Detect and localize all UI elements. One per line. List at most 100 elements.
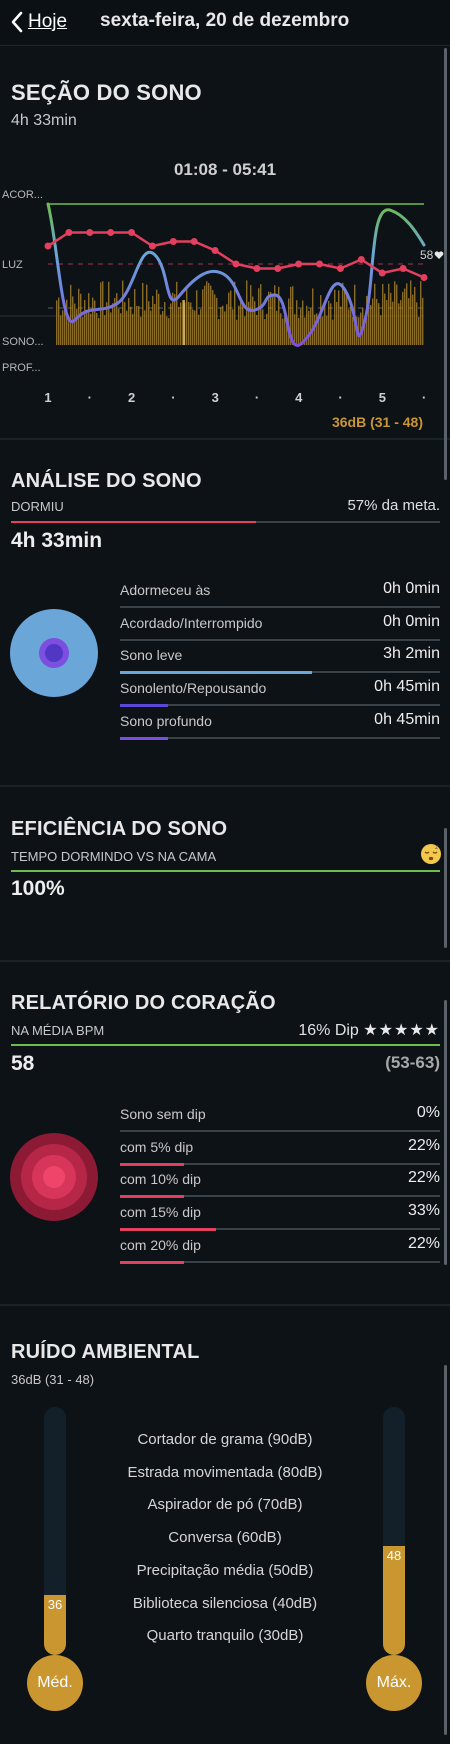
- noise-bar: [156, 289, 158, 345]
- noise-bar: [258, 288, 260, 345]
- noise-bar: [90, 313, 92, 345]
- nav-bar: Hoje sexta-feira, 20 de dezembro: [0, 0, 450, 46]
- noise-reference-item: Estrada movimentada (80dB): [127, 1463, 323, 1481]
- noise-bar: [108, 281, 110, 345]
- noise-bar: [388, 283, 390, 345]
- back-label: Hoje: [28, 11, 68, 32]
- noise-bar: [308, 310, 310, 345]
- noise-bar: [146, 284, 148, 345]
- noise-bar: [180, 302, 182, 345]
- stage-row-bar-fill: [120, 704, 168, 708]
- goal-progress-bar: [11, 521, 440, 523]
- sleepy-face-icon: z: [420, 843, 442, 865]
- dip-row-value: 22%: [407, 1169, 440, 1187]
- noise-bar: [392, 301, 394, 345]
- noise-bar: [396, 284, 398, 345]
- heart-rate-point: [357, 256, 365, 263]
- dip-row-bar: [120, 1130, 440, 1132]
- x-tick-label: 1: [44, 390, 51, 405]
- noise-bar: [344, 291, 346, 345]
- dip-row-bar: [120, 1260, 440, 1264]
- sleep-chart[interactable]: 1 · 2 · 3 · 4 · 5 ·: [0, 185, 450, 430]
- noise-reference-item: Quarto tranquilo (30dB): [146, 1627, 304, 1645]
- noise-bar: [376, 298, 378, 345]
- stage-row-label: Sono profundo: [120, 712, 212, 729]
- efficiency-title: EFICIÊNCIA DO SONO: [11, 818, 228, 840]
- dip-row-value: 33%: [407, 1202, 440, 1220]
- noise-bar: [190, 302, 192, 345]
- scrollbar[interactable]: [444, 48, 447, 480]
- sleep-stage-ring: [10, 609, 98, 697]
- noise-bar: [160, 314, 162, 345]
- noise-bar: [228, 292, 230, 345]
- back-button[interactable]: Hoje: [10, 8, 67, 36]
- heart-bpm: 58: [11, 1052, 35, 1075]
- sleep-chart-svg: 1 · 2 · 3 · 4 · 5 ·: [0, 202, 428, 405]
- noise-bar: [130, 306, 132, 345]
- noise-bar: [272, 293, 274, 345]
- noise-bar: [216, 297, 218, 345]
- scrollbar[interactable]: [444, 1365, 447, 1735]
- noise-bar: [294, 314, 296, 345]
- dip-row-bar: [120, 1228, 440, 1232]
- noise-bar: [202, 289, 204, 345]
- noise-bar: [352, 316, 354, 345]
- noise-bar: [138, 305, 140, 345]
- noise-bar: [322, 316, 324, 345]
- noise-bar: [412, 294, 414, 345]
- dip-row-label: com 20% dip: [120, 1236, 201, 1253]
- noise-bar: [298, 317, 300, 345]
- noise-bar: [102, 281, 104, 345]
- max-noise-value: 48: [386, 1547, 402, 1563]
- noise-reference-item: Biblioteca silenciosa (40dB): [132, 1594, 318, 1612]
- heart-rate-point: [420, 274, 428, 281]
- noise-bar: [110, 312, 112, 345]
- analysis-total: 4h 33min: [11, 529, 103, 552]
- efficiency-subtitle: TEMPO DORMINDO VS NA CAMA: [11, 849, 217, 864]
- heart-rate-point: [336, 265, 344, 272]
- heart-icon: [435, 251, 444, 259]
- analysis-goal: 57% da meta.: [347, 497, 440, 514]
- heart-rate-point: [44, 242, 52, 250]
- scrollbar[interactable]: [444, 1000, 447, 1265]
- noise-bar: [348, 309, 350, 345]
- noise-bar: [378, 303, 380, 345]
- heart-bar: [11, 1044, 440, 1046]
- stage-row-label: Sonolento/Repousando: [120, 680, 267, 697]
- noise-bar: [300, 308, 302, 345]
- stage-row-bar: [120, 704, 440, 708]
- noise-bar: [338, 290, 340, 345]
- noise-bar: [58, 297, 60, 345]
- heart-range: (53-63): [385, 1053, 440, 1072]
- noise-bar: [154, 303, 156, 345]
- heart-rate-point: [190, 238, 198, 245]
- noise-bar: [134, 289, 136, 345]
- noise-subtitle: 36dB (31 - 48): [11, 1372, 95, 1387]
- efficiency-bar: [11, 870, 440, 872]
- x-tick-label: ·: [171, 390, 175, 405]
- noise-bar: [98, 317, 100, 345]
- session-time-range: 01:08 - 05:41: [173, 160, 277, 179]
- heart-rate-point: [399, 265, 407, 272]
- dip-row-label: com 10% dip: [120, 1171, 201, 1188]
- session-duration: 4h 33min: [11, 112, 77, 129]
- heart-subtitle: NA MÉDIA BPM: [11, 1023, 105, 1038]
- noise-bar: [112, 303, 114, 345]
- goal-progress-fill: [11, 521, 256, 523]
- scrollbar[interactable]: [444, 828, 447, 948]
- noise-bar: [292, 286, 294, 345]
- noise-bar: [256, 314, 258, 345]
- session-title: SEÇÃO DO SONO: [11, 80, 202, 105]
- stage-row-value: 0h 45min: [374, 710, 440, 728]
- noise-bar: [176, 281, 178, 345]
- noise-bar: [198, 314, 200, 345]
- noise-bar: [414, 286, 416, 345]
- noise-bar: [390, 292, 392, 345]
- noise-reference-item: Precipitação média (50dB): [136, 1561, 314, 1579]
- noise-bar: [82, 316, 84, 345]
- x-tick-label: 2: [128, 390, 135, 405]
- noise-bar: [136, 305, 138, 345]
- noise-bar: [282, 318, 284, 345]
- noise-bar: [152, 295, 154, 345]
- noise-bar: [144, 310, 146, 345]
